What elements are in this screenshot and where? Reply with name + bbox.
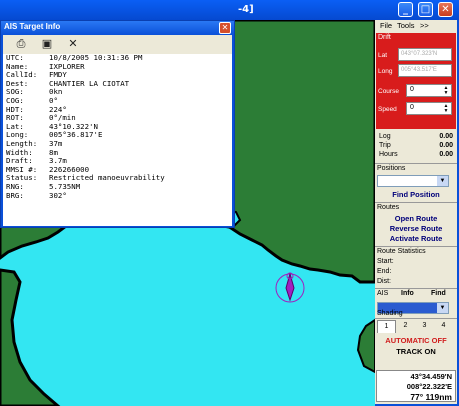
- ais-details: UTC: 10/8/2005 10:31:36 PM Name: IXPLORER …: [3, 53, 232, 226]
- open-route-button[interactable]: Open Route: [375, 214, 457, 223]
- ais-field-status: Status: Restricted manoeuvrability: [6, 173, 165, 183]
- close-button[interactable]: ✕: [438, 2, 453, 17]
- routes-label: Routes: [377, 204, 400, 211]
- ais-field-utc: UTC: 10/8/2005 10:31:36 PM: [6, 53, 143, 62]
- menu-more[interactable]: >>: [420, 21, 429, 30]
- cursor-coordinates: 43°34.459'N 008°22.322'E 77° 119nm: [376, 370, 456, 402]
- menu-tools[interactable]: Tools: [397, 21, 415, 30]
- drift-course-stepper[interactable]: 0 ▲ ▼: [406, 84, 452, 97]
- automatic-off-toggle[interactable]: AUTOMATIC OFF: [375, 336, 457, 345]
- drift-box: Drift Lat 043°07.323'N Long 005°43.517'E…: [376, 33, 456, 129]
- shading-label: Shading: [377, 310, 403, 317]
- menu-file[interactable]: File: [380, 21, 392, 30]
- route-dist-label: Dist:: [377, 278, 391, 285]
- drift-long-label: Long: [378, 68, 393, 75]
- ais-field-draft: Draft: 3.7m: [6, 156, 67, 166]
- spin-arrows-icon[interactable]: ▲ ▼: [442, 86, 450, 96]
- divider: [375, 318, 457, 319]
- chart-map[interactable]: AIS Target Info ✕ ⎙ ▣ ✕ UTC: 10/8/2005 10…: [0, 20, 375, 406]
- ais-field-length: Length: 37m: [6, 138, 63, 148]
- printer-icon[interactable]: ⎙: [13, 37, 29, 51]
- drift-course-value: 0: [410, 86, 414, 93]
- cursor-lat: 43°34.459'N: [410, 372, 452, 381]
- drift-speed-label: Speed: [378, 106, 397, 113]
- main-title: -4]: [238, 4, 254, 15]
- ais-field-brg: BRG: 302°: [6, 190, 67, 200]
- shading-tab-2[interactable]: 2: [396, 320, 415, 333]
- shading-tab-3[interactable]: 3: [415, 320, 434, 333]
- cursor-long: 008°22.322'E: [406, 382, 452, 391]
- main-window: -4] _ □ ✕ AIS Target Info ✕ ⎙ ▣ ✕ UTC: 1…: [0, 0, 459, 406]
- drift-speed-value: 0: [410, 104, 414, 111]
- main-titlebar: -4] _ □ ✕: [0, 0, 459, 20]
- drift-lat-label: Lat: [378, 52, 388, 59]
- control-panel: File Tools >> Drift Lat 043°07.323'N Lon…: [375, 20, 457, 404]
- ais-field-lat: Lat: 43°10.322'N: [6, 121, 98, 131]
- find-position-button[interactable]: Find Position: [375, 190, 457, 199]
- ais-field-cog: COG: 0°: [6, 95, 58, 105]
- ais-find-button[interactable]: Find: [431, 290, 446, 297]
- shading-tab-4[interactable]: 4: [434, 320, 453, 333]
- maximize-button[interactable]: □: [418, 2, 433, 17]
- route-end-label: End:: [377, 268, 392, 275]
- divider: [375, 202, 457, 203]
- track-on-toggle[interactable]: TRACK ON: [375, 347, 457, 356]
- ais-field-sog: SOG: 0kn: [6, 87, 63, 97]
- route-stats-label: Route Statistics: [377, 248, 426, 255]
- ais-field-width: Width: 8m: [6, 147, 58, 157]
- shading-tab-1[interactable]: 1: [377, 320, 396, 333]
- drift-lat-input[interactable]: 043°07.323'N: [398, 48, 452, 61]
- ais-field-hdt: HDT: 224°: [6, 104, 67, 114]
- drift-title: Drift: [378, 34, 391, 41]
- cursor-brg-rng: 77° 119nm: [410, 392, 452, 402]
- divider: [375, 246, 457, 247]
- ais-field-rng: RNG: 5.735NM: [6, 181, 81, 191]
- panel-menu: File Tools >>: [375, 20, 457, 32]
- chevron-down-icon[interactable]: ▼: [437, 303, 448, 313]
- ais-field-dest: Dest: CHANTIER LA CIOTAT: [6, 78, 130, 88]
- activate-route-button[interactable]: Activate Route: [375, 234, 457, 243]
- chevron-down-icon[interactable]: ▼: [437, 176, 448, 186]
- divider: [375, 163, 457, 164]
- shading-tabs: 1 2 3 4: [377, 320, 455, 333]
- reverse-route-button[interactable]: Reverse Route: [375, 224, 457, 233]
- drift-course-label: Course: [378, 88, 399, 95]
- ais-window-title: AIS Target Info: [4, 22, 61, 31]
- floppy-disk-icon[interactable]: ▣: [39, 37, 55, 51]
- divider: [375, 288, 457, 289]
- spin-arrows-icon[interactable]: ▲ ▼: [442, 104, 450, 114]
- route-start-label: Start:: [377, 258, 394, 265]
- ais-info-button[interactable]: Info: [401, 290, 414, 297]
- stat-trip: Trip 0.00: [379, 142, 453, 149]
- ais-target-info-window: AIS Target Info ✕ ⎙ ▣ ✕ UTC: 10/8/2005 10…: [0, 20, 235, 228]
- ais-field-long: Long: 005°36.817'E: [6, 130, 103, 140]
- minimize-button[interactable]: _: [398, 2, 413, 17]
- ais-close-button[interactable]: ✕: [219, 22, 231, 34]
- stat-hours: Hours 0.00: [379, 151, 453, 158]
- stat-log: Log 0.00: [379, 133, 453, 140]
- drift-long-input[interactable]: 005°43.517'E: [398, 64, 452, 77]
- drift-speed-stepper[interactable]: 0 ▲ ▼: [406, 102, 452, 115]
- ais-field-name: Name: IXPLORER: [6, 61, 85, 71]
- x-icon[interactable]: ✕: [65, 37, 81, 51]
- ais-label: AIS: [377, 290, 389, 297]
- ais-titlebar[interactable]: AIS Target Info ✕: [1, 21, 234, 35]
- positions-select[interactable]: ▼: [377, 175, 449, 187]
- ais-toolbar: ⎙ ▣ ✕: [3, 35, 232, 54]
- positions-label: Positions: [377, 165, 406, 172]
- ais-field-rot: ROT: 0°/min: [6, 113, 76, 123]
